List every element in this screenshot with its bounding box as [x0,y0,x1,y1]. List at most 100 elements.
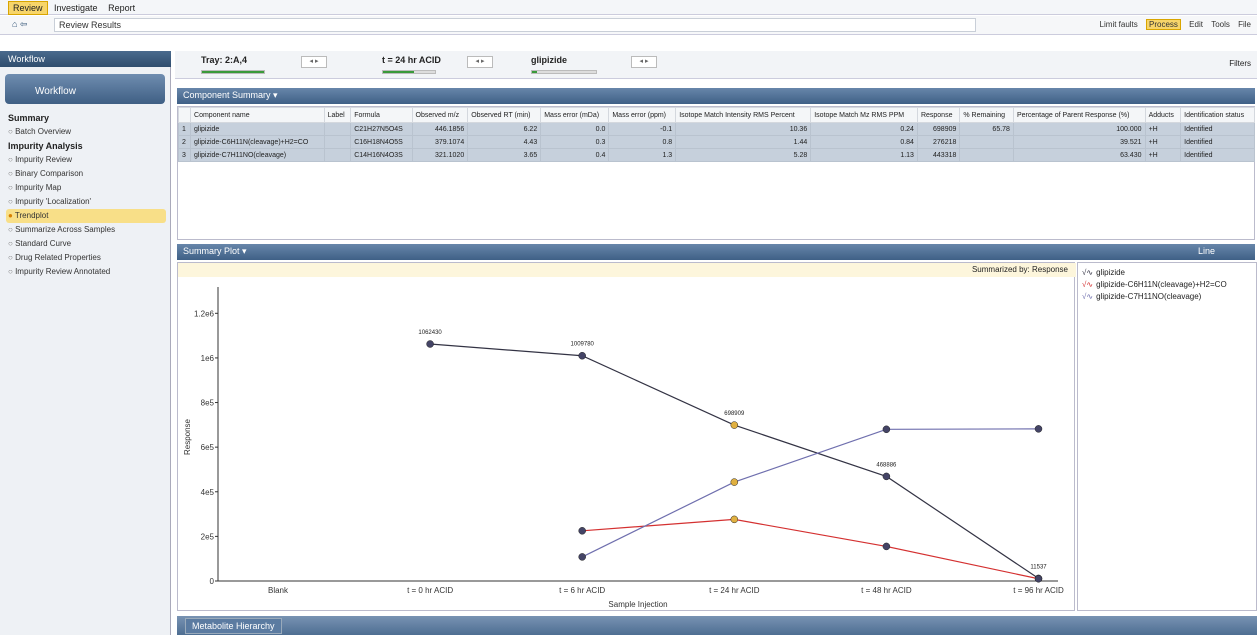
data-point [730,421,739,429]
workflow-sidebar: Workflow Summary Batch Overview Impurity A… [0,67,171,635]
legend-item[interactable]: √∿ glipizide-C6H11N(cleavage)+H2=CO [1082,278,1252,290]
column-header[interactable]: Mass error (ppm) [608,107,677,123]
data-point [882,425,891,434]
component-summary-table: Component name Label Formula Observed m/z Ob… [177,107,1255,162]
summary-plot-header[interactable]: Summary Plot ▾ Line [177,244,1255,260]
tab-report[interactable]: Report [104,2,139,14]
table-cell: Identified [1180,148,1255,162]
column-header[interactable]: Formula [350,107,413,123]
table-cell: 0.0 [540,122,610,136]
data-point [882,542,891,551]
legend-item[interactable]: √∿ glipizide [1082,266,1252,278]
table-cell: 6.22 [467,122,542,136]
table-cell: 10.36 [675,122,812,136]
table-cell: 1.3 [608,148,677,162]
workflow-panel-header[interactable]: Workflow [0,51,171,67]
data-label: 1009780 [571,342,595,348]
summary-plot-area: Summarized by: Response 0 2e5 4e5 6e5 8e5 1e6… [177,262,1076,611]
table-row[interactable]: 1 glipizide C21H27N5O4S 446.1856 6.22 0.0 -0.1… [177,122,1255,136]
compound-progress [531,70,597,74]
home-back-icons[interactable]: ⌂ ⇦ [12,19,27,30]
column-header[interactable] [177,107,192,123]
table-cell: C16H18N4O5S [350,135,413,149]
table-cell: 0.8 [608,135,677,149]
time-nav-arrows[interactable]: ◂ ▸ [467,56,493,68]
column-header[interactable]: Mass error (mDa) [540,107,610,123]
column-header[interactable]: Identification status [1180,107,1255,123]
column-header[interactable]: Percentage of Parent Response (%) [1012,107,1146,123]
workflow-item[interactable]: Drug Related Properties [6,251,166,265]
tab-investigate[interactable]: Investigate [50,2,102,14]
table-row[interactable]: 2 glipizide-C6H11N(cleavage)+H2=CO C16H18N… [177,135,1255,149]
table-row[interactable]: 3 glipizide-C7H11NO(cleavage) C14H16N4O3S 3… [177,148,1255,162]
table-cell: C14H16N4O3S [350,148,413,162]
workflow-item[interactable]: Binary Comparison [6,167,166,181]
table-cell: 5.28 [675,148,812,162]
workflow-item[interactable]: Trendplot [6,209,166,223]
address-bar[interactable]: Review Results [54,18,976,32]
tools-button[interactable]: Tools [1211,20,1230,29]
column-header[interactable]: % Remaining [959,107,1014,123]
table-cell: -0.1 [608,122,677,136]
table-cell: 1 [177,122,192,136]
table-cell [323,122,352,136]
table-cell: +H [1144,122,1182,136]
legend-item[interactable]: √∿ glipizide-C7H11NO(cleavage) [1082,290,1252,302]
edit-button[interactable]: Edit [1189,20,1203,29]
series-line [581,428,1039,558]
y-tick-label: 0 [210,577,215,586]
plot-mode-select[interactable]: Line [1198,246,1215,256]
workflow-item[interactable]: Impurity Review Annotated [6,265,166,279]
x-tick-label: t = 48 hr ACID [861,586,912,595]
workflow-item[interactable]: Summarize Across Samples [6,223,166,237]
workflow-item[interactable]: Impurity Map [6,181,166,195]
process-button[interactable]: Process [1146,19,1181,30]
time-label: t = 24 hr ACID [382,55,441,65]
workflow-item[interactable]: Impurity Review [6,153,166,167]
toolbar-right: Limit faults Process Edit Tools File [1094,19,1251,30]
column-header[interactable]: Component name [190,107,325,123]
x-tick-label: t = 96 hr ACID [1013,586,1064,595]
workflow-item[interactable]: Impurity 'Localization' [6,195,166,209]
x-tick-label: Blank [268,586,289,595]
column-header[interactable]: Isotope Match Mz RMS PPM [810,107,918,123]
table-cell [323,135,352,149]
table-cell: 321.1020 [411,148,469,162]
compound-nav-arrows[interactable]: ◂ ▸ [631,56,657,68]
data-point [730,478,739,486]
y-axis-label: Response [183,418,192,455]
column-header[interactable]: Observed m/z [411,107,469,123]
table-cell: 0.24 [810,122,918,136]
workflow-item: Impurity Analysis [8,141,83,151]
summary-plot-title: Summary Plot ▾ [183,246,247,256]
tab-review[interactable]: Review [8,1,48,15]
table-cell: 276218 [916,135,961,149]
table-cell: 65.78 [959,122,1014,136]
column-header[interactable]: Isotope Match Intensity RMS Percent [675,107,812,123]
workflow-item[interactable]: Standard Curve [6,237,166,251]
table-cell: glipizide [190,122,325,136]
table-cell: Identified [1180,135,1255,149]
workflow-header[interactable]: Workflow [5,74,165,104]
table-cell: 379.1074 [411,135,469,149]
workflow-item: Summary [8,113,50,123]
table-cell: 0.84 [810,135,918,149]
table-cell [959,148,1014,162]
column-header[interactable]: Label [323,107,352,123]
table-cell: 3 [177,148,192,162]
sample-navigator: Tray: 2:A,4 ◂ ▸ t = 24 hr ACID ◂ ▸ glipi… [175,51,1257,79]
y-tick-label: 8e5 [201,399,215,408]
column-header[interactable]: Response [916,107,961,123]
data-label: 1062430 [418,330,442,336]
workflow-item[interactable]: Batch Overview [6,125,166,139]
limit-faults-button[interactable]: Limit faults [1100,20,1138,29]
data-point [426,340,434,348]
column-header[interactable]: Observed RT (min) [467,107,542,123]
tray-nav-arrows[interactable]: ◂ ▸ [301,56,327,68]
bottom-tabbar: Metabolite Hierarchy [177,616,1257,635]
file-button[interactable]: File [1238,20,1251,29]
tab-metabolite-hierarchy[interactable]: Metabolite Hierarchy [185,618,282,634]
component-summary-header[interactable]: Component Summary ▾ [177,88,1255,104]
filters-button[interactable]: Filters [1229,59,1251,68]
column-header[interactable]: Adducts [1144,107,1182,123]
